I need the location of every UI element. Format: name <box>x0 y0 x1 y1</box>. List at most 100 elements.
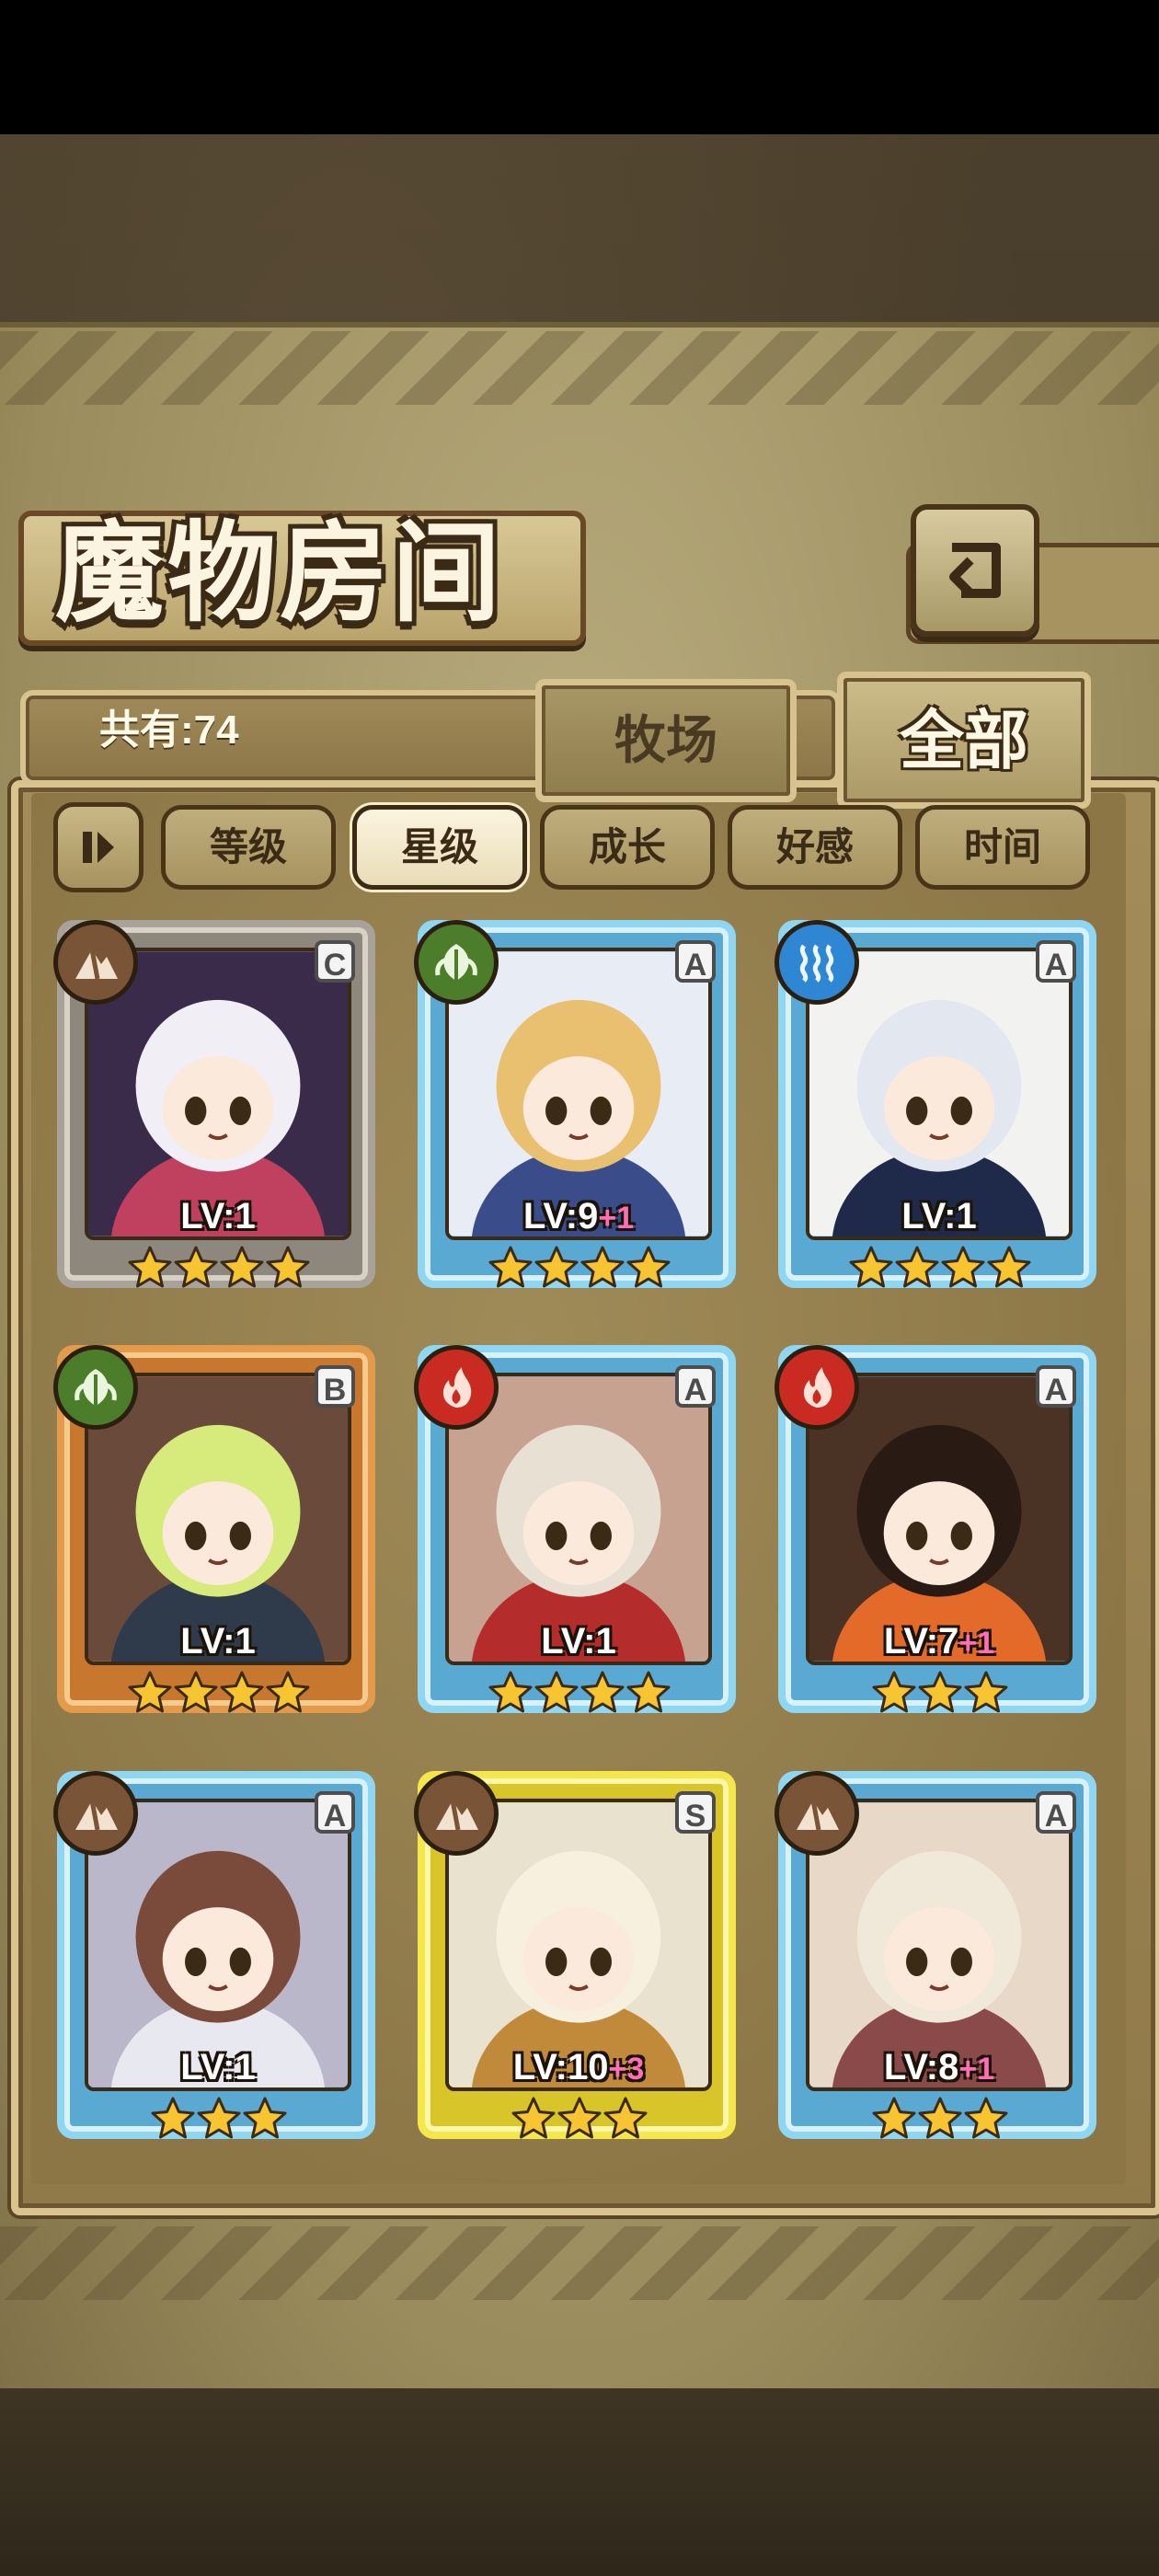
star-icon <box>220 1246 264 1288</box>
page-title: 魔物房间 <box>55 509 505 637</box>
monster-card[interactable]: A LV:1 <box>414 1345 745 1731</box>
star-rating <box>811 2088 1069 2149</box>
leaf-icon <box>435 944 477 981</box>
sort-order-icon <box>83 832 114 863</box>
element-badge <box>53 1345 138 1430</box>
element-badge <box>53 1771 138 1856</box>
rank-badge: B <box>315 1365 355 1408</box>
star-rating <box>451 1662 708 1723</box>
element-badge <box>414 920 499 1005</box>
level-label: LV:1 <box>806 1192 1073 1240</box>
rank-badge: A <box>1036 1365 1076 1408</box>
sort-level-button[interactable]: 等级 <box>161 805 336 890</box>
star-icon <box>151 2097 195 2139</box>
star-rating <box>451 2088 708 2149</box>
star-icon <box>941 1246 985 1288</box>
sort-star-button[interactable]: 星级 <box>352 805 527 890</box>
back-button[interactable] <box>911 504 1039 637</box>
earth-icon <box>797 1800 839 1831</box>
star-icon <box>534 1671 579 1713</box>
map-background-bottom <box>0 2388 1159 2576</box>
element-badge <box>775 1345 859 1430</box>
star-rating <box>90 1237 348 1298</box>
earth-icon <box>75 949 118 980</box>
leaf-icon <box>75 1369 117 1406</box>
level-text: LV:1 <box>180 1196 256 1236</box>
monster-card[interactable]: A LV:7+1 <box>775 1345 1106 1731</box>
level-label: LV:1 <box>85 2043 351 2091</box>
sort-order-toggle[interactable] <box>53 802 143 892</box>
level-text: LV:10 <box>512 2047 609 2087</box>
star-icon <box>243 2097 287 2139</box>
rank-badge: C <box>315 940 355 983</box>
earth-icon <box>436 1800 478 1831</box>
star-icon <box>488 1246 533 1288</box>
element-badge <box>414 1345 499 1430</box>
monster-card[interactable]: A LV:9+1 <box>414 920 745 1306</box>
monster-card[interactable]: B LV:1 <box>53 1345 384 1731</box>
level-label: LV:7+1 <box>806 1617 1073 1665</box>
star-icon <box>626 1246 671 1288</box>
star-icon <box>128 1246 172 1288</box>
level-label: LV:8+1 <box>806 2043 1073 2091</box>
level-text: LV:1 <box>180 1621 256 1662</box>
star-rating <box>811 1662 1069 1723</box>
star-icon <box>174 1671 218 1713</box>
star-icon <box>534 1246 579 1288</box>
monster-card[interactable]: A LV:1 <box>775 920 1106 1306</box>
level-text: LV:7 <box>883 1621 959 1662</box>
monster-card[interactable]: C LV:1 <box>53 920 384 1306</box>
element-badge <box>775 920 859 1005</box>
level-label: LV:9+1 <box>445 1192 712 1240</box>
tab-all[interactable]: 全部 <box>837 672 1091 809</box>
star-icon <box>872 1671 916 1713</box>
star-rating <box>90 2088 348 2149</box>
star-icon <box>488 1671 533 1713</box>
monster-count: 共有:74 <box>99 707 239 753</box>
monster-card[interactable]: A LV:8+1 <box>775 1771 1106 2157</box>
star-icon <box>626 1671 671 1713</box>
decor-stripe-bottom <box>0 2226 1159 2300</box>
star-rating <box>90 1662 348 1723</box>
level-text: LV:1 <box>180 2047 256 2087</box>
element-badge <box>414 1771 499 1856</box>
star-icon <box>872 2097 916 2139</box>
star-icon <box>580 1671 625 1713</box>
fire-icon <box>442 1367 472 1408</box>
star-icon <box>511 2097 556 2139</box>
star-icon <box>174 1246 218 1288</box>
water-icon <box>799 944 834 983</box>
tab-ranch[interactable]: 牧场 <box>535 679 797 802</box>
sort-affection-button[interactable]: 好感 <box>728 805 902 890</box>
rank-badge: A <box>1036 940 1076 983</box>
star-icon <box>895 1246 939 1288</box>
star-icon <box>918 1671 962 1713</box>
rank-badge: A <box>1036 1791 1076 1834</box>
sort-time-button[interactable]: 时间 <box>915 805 1090 890</box>
monster-card[interactable]: S LV:10+3 <box>414 1771 745 2157</box>
star-icon <box>557 2097 602 2139</box>
star-icon <box>964 2097 1008 2139</box>
rank-badge: A <box>315 1791 355 1834</box>
star-icon <box>266 1246 310 1288</box>
level-label: LV:1 <box>85 1617 351 1665</box>
rank-badge: A <box>675 1365 716 1408</box>
level-bonus: +3 <box>608 2052 645 2087</box>
monster-card[interactable]: A LV:1 <box>53 1771 384 2157</box>
star-icon <box>266 1671 310 1713</box>
level-text: LV:9 <box>522 1196 599 1236</box>
rank-badge: S <box>675 1791 716 1834</box>
star-icon <box>849 1246 893 1288</box>
status-bar-area <box>0 0 1159 134</box>
earth-icon <box>75 1800 118 1831</box>
level-label: LV:1 <box>85 1192 351 1240</box>
rank-badge: A <box>675 940 716 983</box>
star-icon <box>128 1671 172 1713</box>
element-badge <box>775 1771 859 1856</box>
level-label: LV:10+3 <box>445 2043 712 2091</box>
return-arrow-icon <box>949 543 1001 598</box>
sort-growth-button[interactable]: 成长 <box>540 805 715 890</box>
level-bonus: +1 <box>958 2052 995 2087</box>
element-badge <box>53 920 138 1005</box>
level-text: LV:1 <box>901 1196 977 1236</box>
